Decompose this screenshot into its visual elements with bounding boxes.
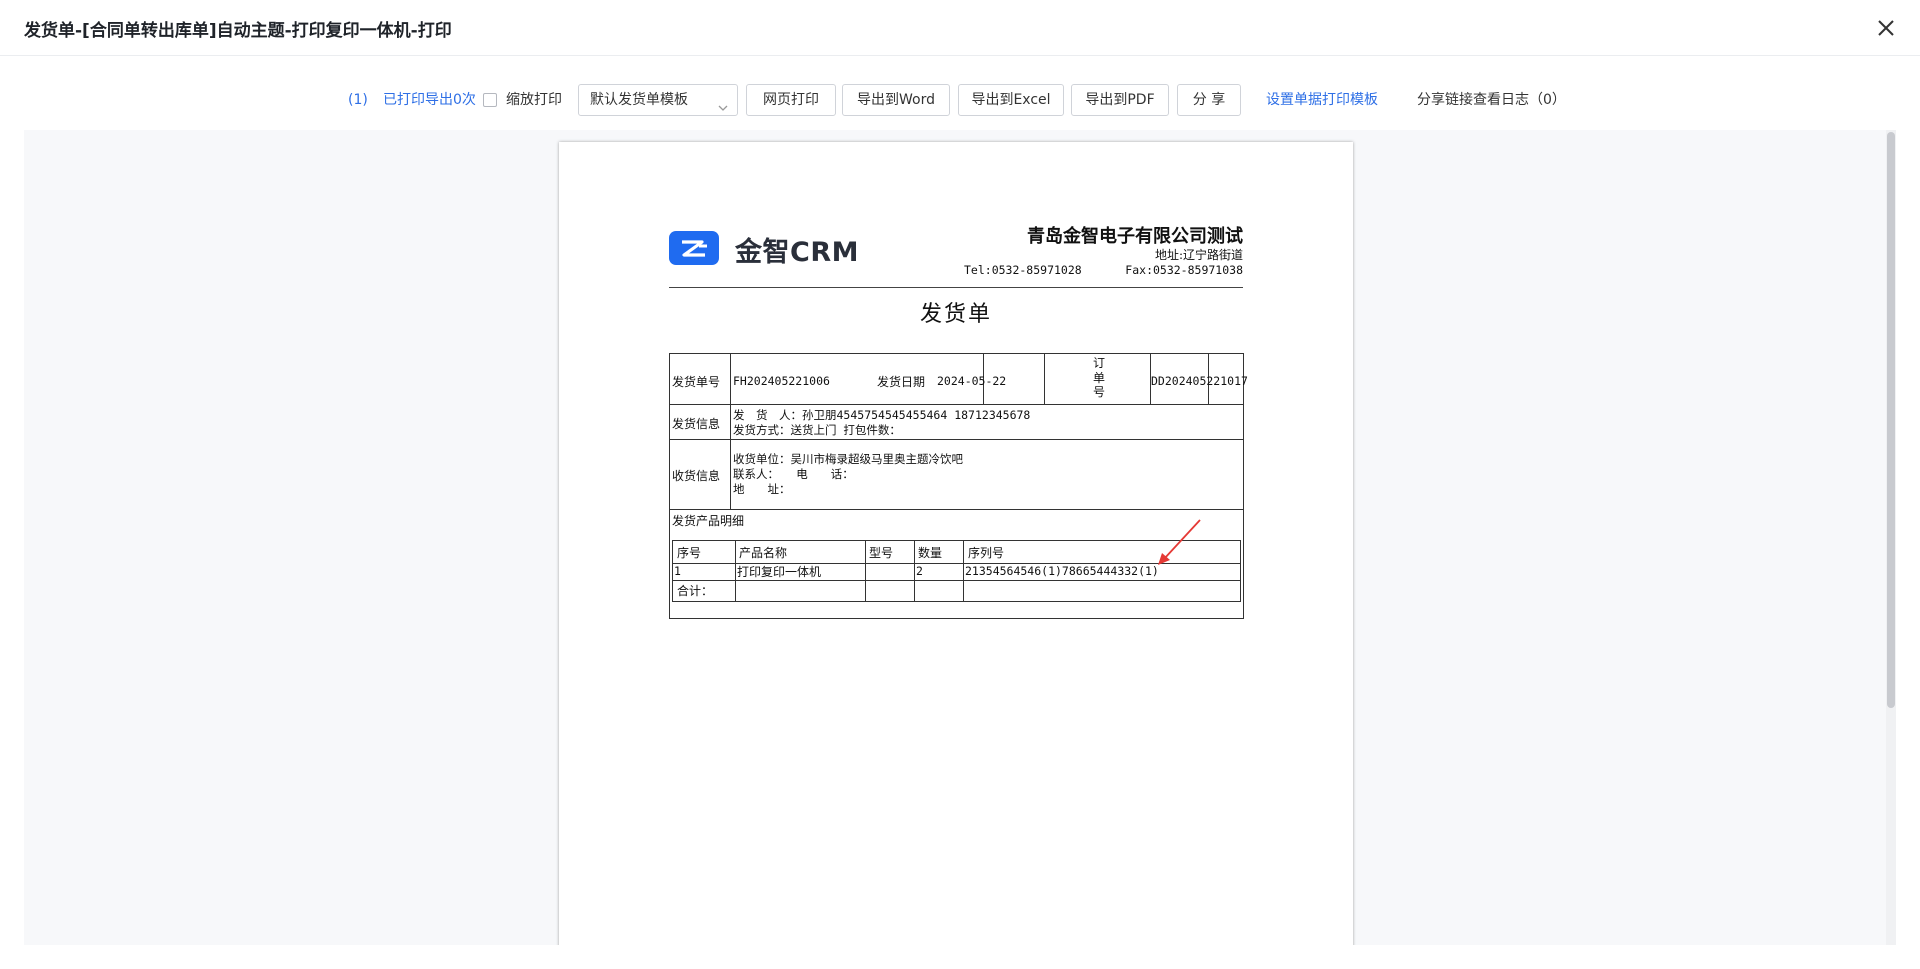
company-logo-icon bbox=[669, 231, 719, 265]
col-header-index: 序号 bbox=[677, 546, 702, 560]
col-header-product: 产品名称 bbox=[739, 546, 788, 560]
order-no-value: FH202405221006 bbox=[733, 374, 830, 388]
share-log-link[interactable]: 分享链接查看日志（0） bbox=[1417, 84, 1566, 116]
ship-method-line: 发货方式：送货上门 打包件数： bbox=[733, 423, 901, 437]
company-fax: Fax:0532-85971038 bbox=[1125, 263, 1243, 277]
zoom-print-checkbox[interactable] bbox=[483, 93, 497, 107]
dialog-header: 发货单-[合同单转出库单]自动主题-打印复印一体机-打印 bbox=[0, 0, 1920, 56]
table-row-serial: 21354564546(1)78665444332(1) bbox=[965, 564, 1159, 578]
col-header-qty: 数量 bbox=[918, 546, 943, 560]
order-no-label: 发货单号 bbox=[672, 375, 721, 389]
export-pdf-button[interactable]: 导出到PDF bbox=[1071, 84, 1169, 116]
table-row-product: 打印复印一体机 bbox=[737, 565, 822, 579]
col-header-model: 型号 bbox=[869, 546, 894, 560]
ship-date-value: 2024-05-22 bbox=[937, 374, 1007, 388]
shipper-line: 发 货 人：孙卫朋4545754545455464 18712345678 bbox=[733, 408, 1031, 422]
sales-order-value: DD202405221017 bbox=[1151, 374, 1248, 388]
address-line: 地 址： bbox=[733, 482, 791, 496]
print-page: 金智CRM 青岛金智电子有限公司测试 地址:辽宁路街道 Tel:0532-859… bbox=[559, 142, 1353, 945]
print-toolbar: (1) 已打印导出0次 缩放打印 默认发货单模板 网页打印 导出到Word 导出… bbox=[0, 84, 1920, 116]
company-address: 地址:辽宁路街道 bbox=[1154, 248, 1243, 262]
header-divider bbox=[669, 287, 1243, 288]
exported-count-link[interactable]: 已打印导出0次 bbox=[383, 84, 476, 116]
detail-label: 发货产品明细 bbox=[672, 514, 745, 528]
export-excel-button[interactable]: 导出到Excel bbox=[958, 84, 1064, 116]
total-label: 合计： bbox=[677, 584, 714, 598]
company-name: 青岛金智电子有限公司测试 bbox=[1027, 226, 1243, 247]
web-print-button[interactable]: 网页打印 bbox=[746, 84, 836, 116]
template-select[interactable]: 默认发货单模板 bbox=[578, 84, 738, 116]
scrollbar-thumb[interactable] bbox=[1887, 132, 1895, 708]
contact-line: 联系人： 电 话： bbox=[733, 467, 854, 481]
table-row-qty: 2 bbox=[916, 564, 923, 578]
ship-date-label: 发货日期 bbox=[877, 375, 926, 389]
zoom-print-label[interactable]: 缩放打印 bbox=[506, 84, 562, 116]
close-icon[interactable] bbox=[1872, 14, 1900, 42]
chevron-down-icon bbox=[717, 95, 729, 125]
sales-order-label: 订 单 号 bbox=[1092, 356, 1105, 399]
table-row-index: 1 bbox=[674, 564, 681, 578]
print-count[interactable]: (1) bbox=[348, 84, 368, 116]
set-print-template-link[interactable]: 设置单据打印模板 bbox=[1266, 84, 1378, 116]
col-header-serial: 序列号 bbox=[968, 546, 1005, 560]
logo-text: 金智CRM bbox=[735, 237, 859, 268]
ship-info-label: 发货信息 bbox=[672, 417, 721, 431]
export-word-button[interactable]: 导出到Word bbox=[842, 84, 950, 116]
company-tel: Tel:0532-85971028 bbox=[964, 263, 1082, 277]
receive-info-label: 收货信息 bbox=[672, 469, 721, 483]
document-title: 发货单 bbox=[919, 302, 992, 327]
share-button[interactable]: 分 享 bbox=[1177, 84, 1241, 116]
template-select-value: 默认发货单模板 bbox=[590, 92, 688, 108]
dialog-title: 发货单-[合同单转出库单]自动主题-打印复印一体机-打印 bbox=[24, 21, 452, 41]
receiver-unit-line: 收货单位：吴川市梅录超级马里奥主题冷饮吧 bbox=[733, 452, 963, 466]
annotation-arrow-icon bbox=[1156, 517, 1204, 567]
print-preview-area[interactable]: 金智CRM 青岛金智电子有限公司测试 地址:辽宁路街道 Tel:0532-859… bbox=[24, 130, 1896, 945]
scrollbar[interactable] bbox=[1886, 130, 1896, 945]
